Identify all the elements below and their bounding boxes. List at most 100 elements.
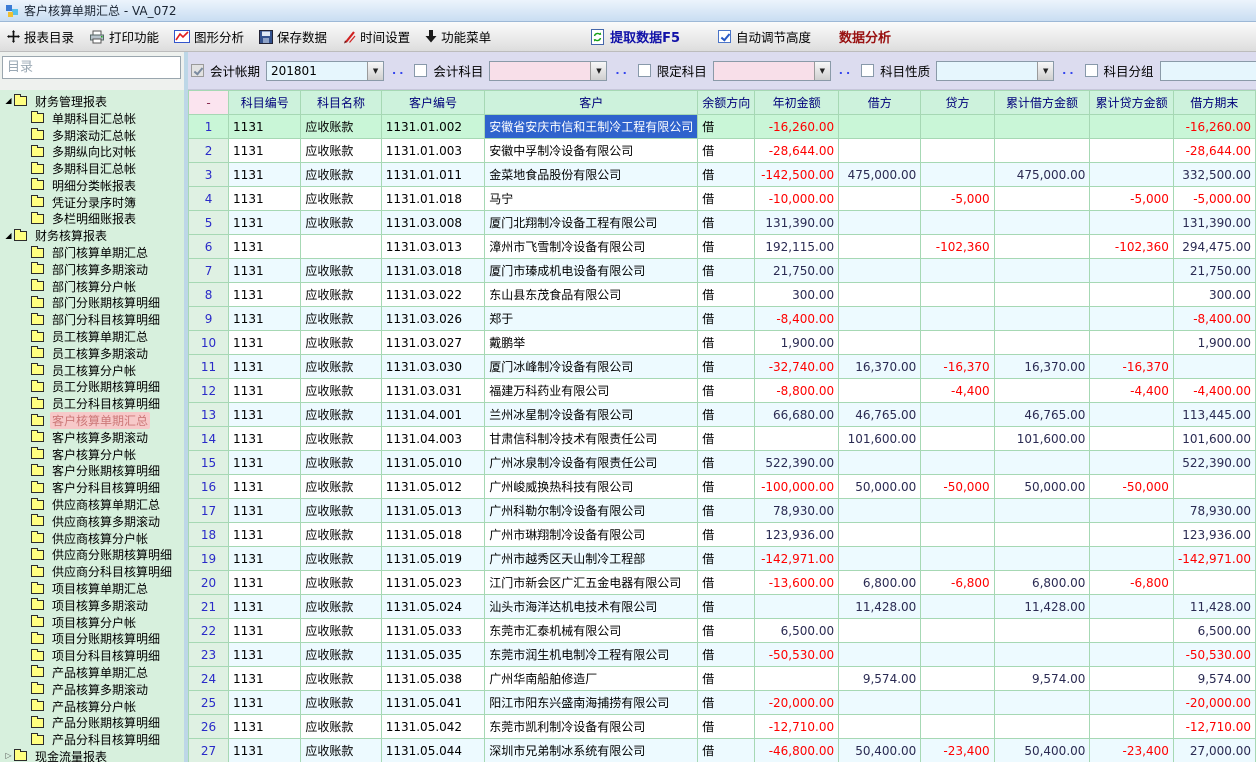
tree-item[interactable]: 部门核算分户帐 [0,278,184,295]
grid-cell[interactable]: 1131 [229,739,301,762]
grid-cell[interactable]: 50,000.00 [839,475,921,499]
grid-cell[interactable]: 11,428.00 [1173,595,1255,619]
column-header[interactable]: 科目编号 [229,91,301,115]
grid-cell[interactable] [1090,307,1173,331]
grid-cell[interactable]: -16,370 [921,355,994,379]
grid-cell[interactable] [1090,211,1173,235]
grid-cell[interactable] [921,523,994,547]
column-header[interactable]: 年初金额 [755,91,839,115]
report-directory-button[interactable]: 报表目录 [7,27,74,46]
tree-item[interactable]: 产品核算单期汇总 [0,664,184,681]
tree-item[interactable]: 多期科目汇总帐 [0,160,184,177]
grid-cell[interactable] [921,403,994,427]
grid-cell[interactable]: 1131 [229,211,301,235]
grid-cell[interactable] [921,163,994,187]
grid-cell[interactable]: 1131 [229,139,301,163]
grid-cell[interactable]: 1131 [229,163,301,187]
column-header[interactable]: 借方 [839,91,921,115]
grid-cell[interactable]: 16 [189,475,229,499]
grid-cell[interactable]: 应收账款 [301,211,381,235]
grid-cell[interactable]: 借 [698,715,755,739]
grid-cell[interactable]: 借 [698,307,755,331]
filter-dropdown[interactable]: ▼ [1160,61,1256,81]
grid-cell[interactable]: 应收账款 [301,643,381,667]
grid-cell[interactable]: 应收账款 [301,259,381,283]
grid-cell[interactable] [921,451,994,475]
grid-cell[interactable]: 7 [189,259,229,283]
grid-cell[interactable]: 300.00 [1173,283,1255,307]
tree-item[interactable]: 客户核算多期滚动 [0,429,184,446]
grid-cell[interactable]: 应收账款 [301,451,381,475]
data-analysis-button[interactable]: 数据分析 [839,27,891,46]
grid-cell[interactable]: 101,600.00 [994,427,1090,451]
tree-item[interactable]: 产品核算分户帐 [0,698,184,715]
grid-cell[interactable]: -10,000.00 [755,187,839,211]
grid-cell[interactable] [839,139,921,163]
grid-cell[interactable]: 14 [189,427,229,451]
grid-cell[interactable]: 深圳市兄弟制冰系统有限公司 [485,739,698,762]
print-button[interactable]: 打印功能 [89,27,159,46]
grid-cell[interactable]: 应收账款 [301,355,381,379]
grid-cell[interactable]: 1131.03.022 [381,283,485,307]
grid-cell[interactable]: 21,750.00 [1173,259,1255,283]
grid-cell[interactable]: 借 [698,379,755,403]
grid-cell[interactable]: 汕头市海洋达机电技术有限公司 [485,595,698,619]
grid-cell[interactable]: 1131 [229,307,301,331]
grid-cell[interactable]: 11 [189,355,229,379]
grid-cell[interactable]: 兰州冰星制冷设备有限公司 [485,403,698,427]
grid-cell[interactable] [1090,667,1173,691]
grid-cell[interactable]: -50,000 [1090,475,1173,499]
grid-cell[interactable]: 厦门北翔制冷设备工程有限公司 [485,211,698,235]
grid-cell[interactable]: 借 [698,547,755,571]
grid-cell[interactable]: 应收账款 [301,403,381,427]
grid-cell[interactable] [1090,451,1173,475]
grid-cell[interactable]: 安徽中孚制冷设备有限公司 [485,139,698,163]
grid-cell[interactable]: 江门市新会区广汇五金电器有限公司 [485,571,698,595]
grid-cell[interactable]: 借 [698,595,755,619]
grid-cell[interactable]: 17 [189,499,229,523]
grid-cell[interactable] [921,715,994,739]
grid-cell[interactable]: 借 [698,115,755,139]
grid-cell[interactable]: -102,360 [1090,235,1173,259]
filter-dropdown[interactable]: ▼ [489,61,607,81]
grid-cell[interactable]: 借 [698,451,755,475]
grid-cell[interactable]: 应收账款 [301,331,381,355]
grid-cell[interactable]: 1131.03.008 [381,211,485,235]
grid-cell[interactable]: -32,740.00 [755,355,839,379]
grid-cell[interactable]: -4,400.00 [1173,379,1255,403]
grid-cell[interactable]: 27,000.00 [1173,739,1255,762]
grid-cell[interactable] [994,523,1090,547]
grid-cell[interactable]: 1131 [229,475,301,499]
grid-cell[interactable]: 1131.05.044 [381,739,485,762]
tree-item[interactable]: 项目分科目核算明细 [0,647,184,664]
grid-cell[interactable]: 9,574.00 [994,667,1090,691]
grid-cell[interactable]: 123,936.00 [1173,523,1255,547]
filter-checkbox[interactable] [414,64,427,77]
grid-cell[interactable] [1090,547,1173,571]
grid-cell[interactable]: 9,574.00 [839,667,921,691]
tree-item[interactable]: 部门核算单期汇总 [0,244,184,261]
grid-cell[interactable]: 1131 [229,451,301,475]
grid-cell[interactable]: 应收账款 [301,115,381,139]
grid-cell[interactable]: 1131.05.018 [381,523,485,547]
grid-cell[interactable]: -50,530.00 [755,643,839,667]
grid-cell[interactable]: -5,000.00 [1173,187,1255,211]
grid-cell[interactable]: 1131 [229,499,301,523]
grid-cell[interactable]: -8,400.00 [755,307,839,331]
filter-checkbox[interactable] [191,64,204,77]
grid-cell[interactable]: 1131 [229,283,301,307]
grid-cell[interactable]: 借 [698,691,755,715]
grid-cell[interactable] [994,283,1090,307]
grid-cell[interactable] [839,643,921,667]
tree-group[interactable]: ◢财务管理报表 [0,93,184,110]
grid-cell[interactable]: 522,390.00 [1173,451,1255,475]
filter-dropdown[interactable]: ▼ [713,61,831,81]
grid-cell[interactable] [1173,355,1255,379]
grid-cell[interactable] [994,235,1090,259]
grid-cell[interactable]: 1,900.00 [755,331,839,355]
grid-cell[interactable]: 1131.03.013 [381,235,485,259]
auto-height-toggle[interactable]: 自动调节高度 [718,27,811,46]
dropdown-arrow-icon[interactable]: ▼ [1037,62,1053,80]
grid-cell[interactable]: -5,000 [921,187,994,211]
grid-cell[interactable]: -8,400.00 [1173,307,1255,331]
